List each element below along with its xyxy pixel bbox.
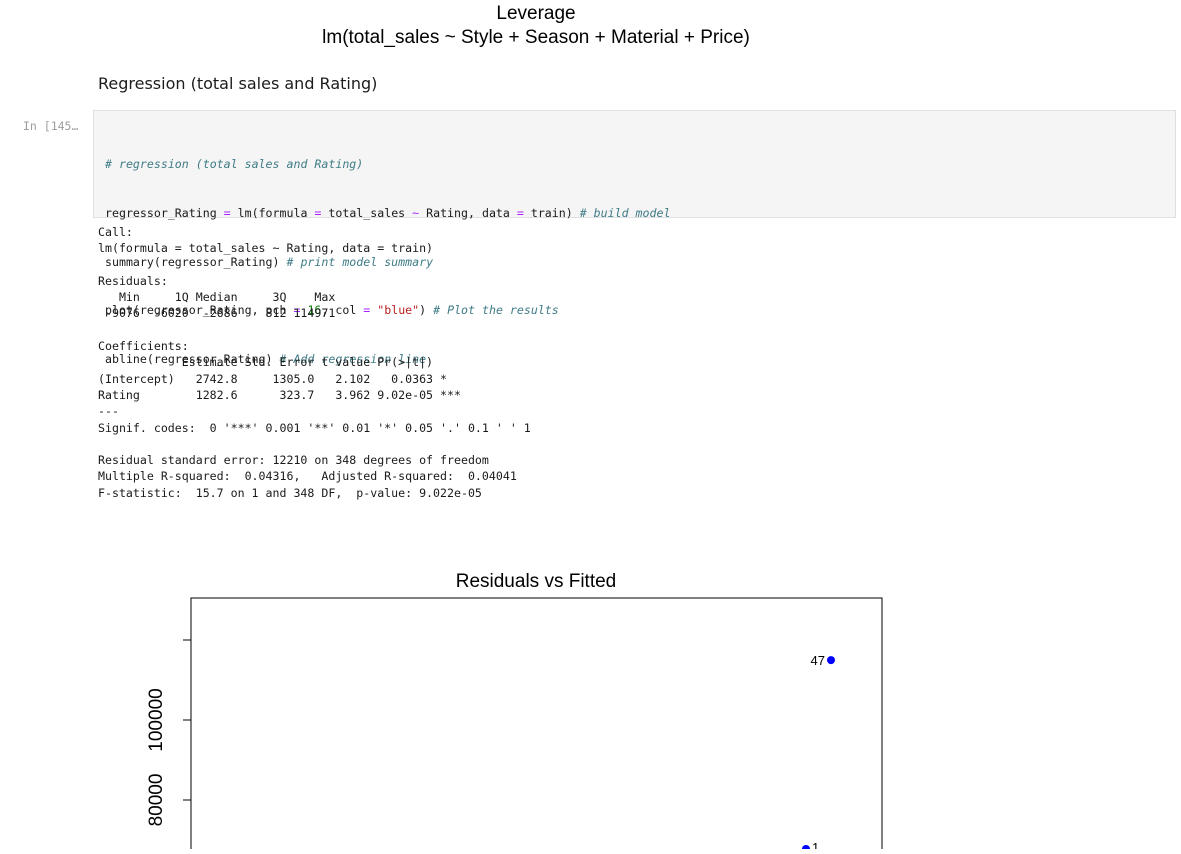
scatter-point <box>802 845 810 853</box>
code-line: regressor_Rating = lm(formula = total_sa… <box>105 206 671 221</box>
output-line: Estimate Std. Error t value Pr(>|t|) <box>98 355 461 370</box>
code-comment: # regression (total sales and Rating) <box>105 157 364 172</box>
output-line: Signif. codes: 0 '***' 0.001 '**' 0.01 '… <box>98 420 531 435</box>
y-tick-label: 80000 <box>146 774 167 827</box>
y-tick-label: 100000 <box>146 688 167 751</box>
point-label: 47 <box>811 653 825 668</box>
leverage-plot-subtitle: lm(total_sales ~ Style + Season + Materi… <box>322 27 750 48</box>
point-label: 1 <box>812 840 819 849</box>
residuals-chart-svg: Residuals vs Fitted 80000 100000 47 1 <box>146 571 883 854</box>
scatter-point <box>827 656 835 665</box>
code-cell[interactable]: # regression (total sales and Rating) re… <box>93 110 1176 366</box>
cell-output: Call: lm(formula = total_sales ~ Rating, … <box>98 224 531 501</box>
section-heading: Regression (total sales and Rating) <box>98 74 378 93</box>
code-line: # regression (total sales and Rating) <box>105 156 670 172</box>
leverage-plot-title: Leverage <box>496 3 576 24</box>
output-line: --- <box>98 404 119 419</box>
residuals-vs-fitted-plot: Residuals vs Fitted 80000 100000 47 1 <box>0 560 1181 854</box>
output-line: F-statistic: 15.7 on 1 and 348 DF, p-val… <box>98 485 482 500</box>
output-line: Rating 1282.6 323.7 3.962 9.02e-05 *** <box>98 387 461 402</box>
cell-prompt: In [145… <box>23 119 79 133</box>
output-line: Multiple R-squared: 0.04316, Adjusted R-… <box>98 469 524 484</box>
output-line: lm(formula = total_sales ~ Rating, data … <box>98 241 434 256</box>
output-line: Min 1Q Median 3Q Max <box>98 290 343 305</box>
output-line: Residual standard error: 12210 on 348 de… <box>98 453 489 468</box>
plot-frame <box>190 597 883 854</box>
output-line: Residuals: <box>98 273 168 288</box>
output-line: Call: <box>98 225 133 239</box>
output-line: (Intercept) 2742.8 1305.0 2.102 0.0363 * <box>98 371 461 386</box>
chart-title: Residuals vs Fitted <box>456 571 617 592</box>
output-line: Coefficients: <box>98 339 189 354</box>
output-line: -9076 -6020 -2686 812 114971 <box>98 306 343 321</box>
